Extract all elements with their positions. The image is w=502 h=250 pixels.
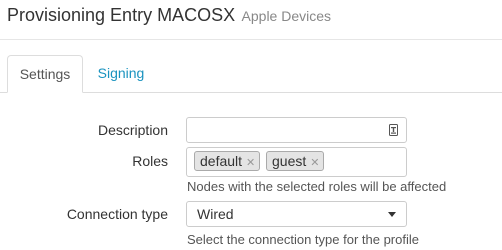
remove-tag-icon[interactable]: ✕ (310, 157, 319, 169)
page: Provisioning Entry MACOSX Apple Devices … (0, 0, 502, 250)
tab-bar: Settings Signing (0, 55, 502, 93)
tab-settings[interactable]: Settings (7, 55, 83, 93)
description-input[interactable] (186, 117, 407, 143)
connection-type-select[interactable]: Wired (186, 201, 407, 227)
page-title: Provisioning Entry MACOSX (7, 5, 236, 25)
text-input-icon (389, 124, 398, 136)
description-label: Description (97, 122, 168, 138)
role-tag-guest: guest ✕ (266, 151, 325, 171)
roles-help-text: Nodes with the selected roles will be af… (187, 179, 447, 194)
page-subtitle: Apple Devices (241, 8, 332, 24)
role-tag-label: guest (272, 153, 307, 169)
connection-type-help-text: Select the connection type for the profi… (187, 232, 419, 247)
connection-type-label: Connection type (66, 206, 168, 222)
header-divider (0, 39, 502, 40)
remove-tag-icon[interactable]: ✕ (246, 157, 255, 169)
role-tag-default: default ✕ (194, 151, 261, 171)
chevron-down-icon (388, 212, 396, 217)
roles-multiselect[interactable]: default ✕ guest ✕ (186, 147, 407, 177)
role-tag-label: default (200, 153, 243, 169)
page-header: Provisioning Entry MACOSX Apple Devices (7, 5, 331, 26)
connection-type-value: Wired (197, 206, 234, 222)
tab-signing[interactable]: Signing (86, 55, 156, 92)
roles-label: Roles (132, 153, 168, 169)
